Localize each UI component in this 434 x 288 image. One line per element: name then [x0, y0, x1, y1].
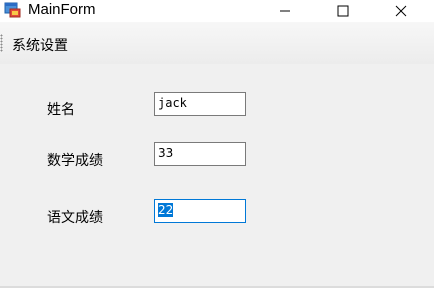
minimize-button[interactable]: [262, 0, 308, 22]
name-input[interactable]: jack: [154, 92, 246, 116]
close-button[interactable]: [378, 0, 424, 22]
title-bar: MainForm: [0, 0, 434, 22]
menu-item-system-settings[interactable]: 系统设置: [12, 35, 68, 55]
app-icon: [4, 2, 22, 18]
math-score-label: 数学成绩: [47, 153, 103, 169]
menu-grip-icon[interactable]: [0, 34, 3, 52]
maximize-icon: [337, 5, 349, 17]
chinese-score-value: 22: [158, 203, 174, 217]
math-score-input[interactable]: 33: [154, 142, 246, 166]
minimize-icon: [280, 10, 290, 12]
chinese-score-input[interactable]: 22: [154, 199, 246, 223]
math-score-value: 33: [158, 146, 174, 160]
maximize-button[interactable]: [320, 0, 366, 22]
close-icon: [395, 5, 407, 17]
window-title: MainForm: [28, 1, 96, 18]
name-label: 姓名: [47, 102, 75, 118]
name-input-value: jack: [158, 96, 187, 110]
chinese-score-label: 语文成绩: [47, 210, 103, 226]
menu-bar: 系统设置: [0, 22, 434, 64]
